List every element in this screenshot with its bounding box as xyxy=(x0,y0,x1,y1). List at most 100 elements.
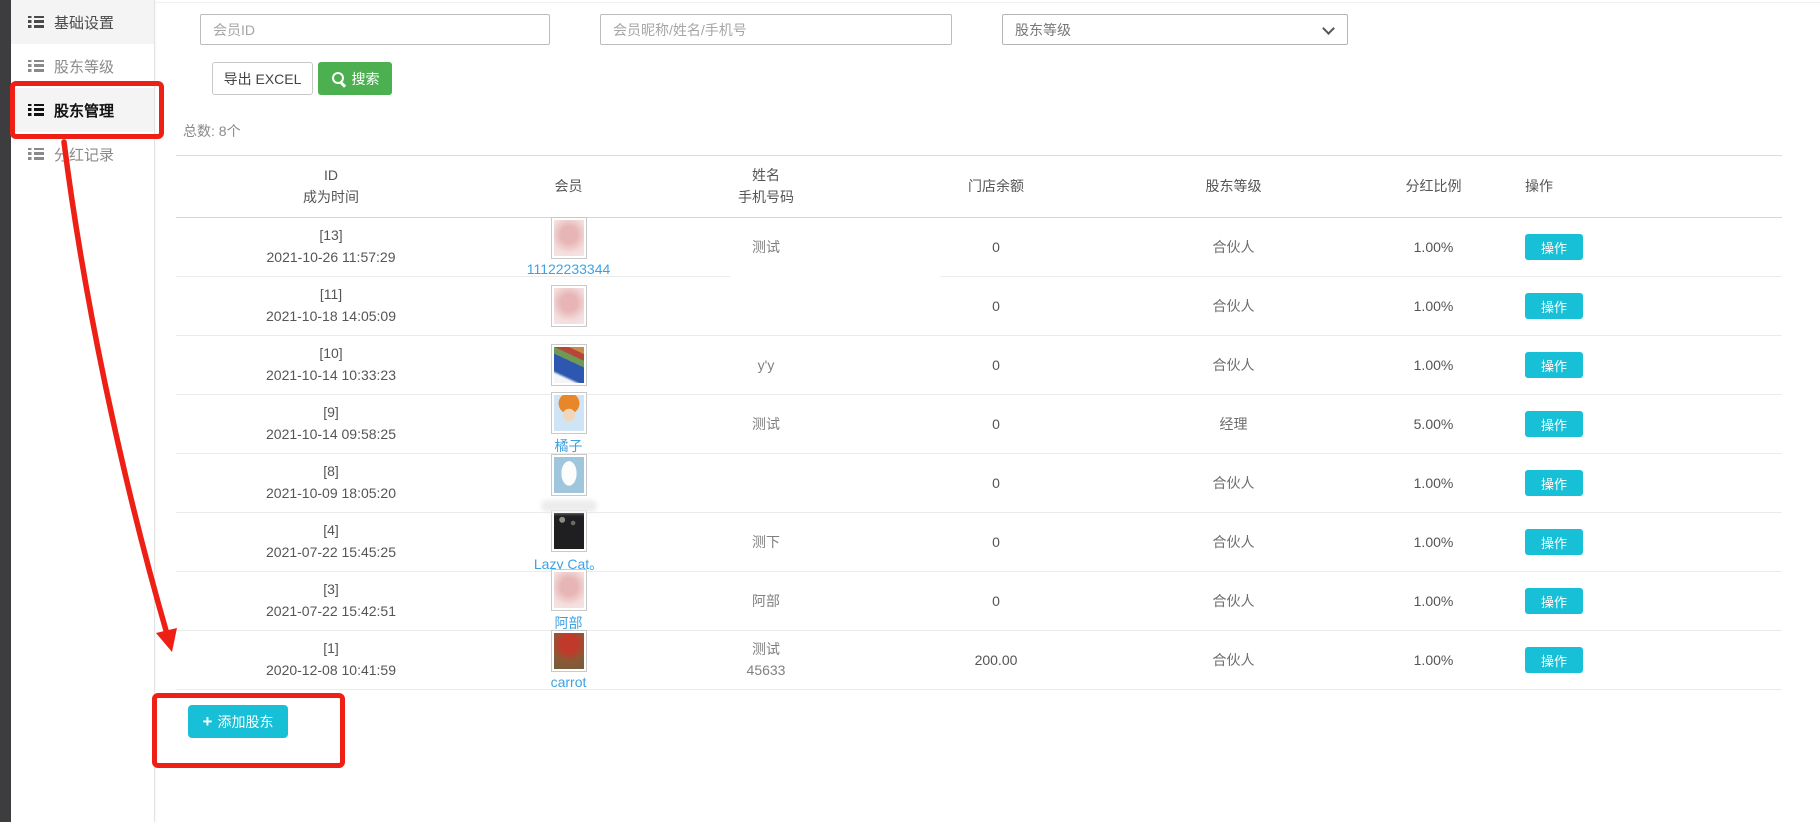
cell-id-time: [11] 2021-10-18 14:05:09 xyxy=(176,284,486,327)
member-avatar xyxy=(551,510,587,552)
row-action-button[interactable]: 操作 xyxy=(1525,411,1583,437)
member-phone: 45633 xyxy=(651,660,881,681)
cell-name-phone: 阿部 xyxy=(651,591,881,612)
cell-dividend-ratio: 1.00% xyxy=(1356,475,1511,491)
sidebar-item-dividend-records[interactable]: 分红记录 xyxy=(11,132,154,176)
select-value: 股东等级 xyxy=(1015,20,1071,40)
cell-name-phone: y'y xyxy=(651,355,881,376)
row-action-button[interactable]: 操作 xyxy=(1525,352,1583,378)
cell-store-balance: 0 xyxy=(881,593,1111,609)
sidebar-item-label: 股东等级 xyxy=(54,56,114,77)
cell-actions: 操作 xyxy=(1511,411,1782,437)
table-row: [13] 2021-10-26 11:57:29 11122233344 测试 … xyxy=(176,218,1782,277)
column-header-shareholder-level: 股东等级 xyxy=(1111,176,1356,198)
member-avatar xyxy=(551,285,587,327)
cell-id-time: [3] 2021-07-22 15:42:51 xyxy=(176,579,486,622)
table-header-row: ID成为时间 会员 姓名手机号码 门店余额 股东等级 分红比例 操作 xyxy=(176,155,1782,218)
member-name: 阿部 xyxy=(651,591,881,612)
sidebar-item-basic-settings[interactable]: 基础设置 xyxy=(11,0,154,44)
cell-dividend-ratio: 1.00% xyxy=(1356,357,1511,373)
row-action-button[interactable]: 操作 xyxy=(1525,647,1583,673)
cell-id-time: [8] 2021-10-09 18:05:20 xyxy=(176,461,486,504)
sidebar-item-label: 股东管理 xyxy=(54,100,114,121)
masked-nickname xyxy=(541,500,597,512)
cell-store-balance: 200.00 xyxy=(881,652,1111,668)
member-nickname-link[interactable]: carrot xyxy=(551,674,587,690)
cell-id-time: [9] 2021-10-14 09:58:25 xyxy=(176,402,486,445)
became-shareholder-time: 2020-12-08 10:41:59 xyxy=(176,660,486,682)
member-nickname-link[interactable]: 11122233344 xyxy=(527,261,611,277)
cell-id-time: [13] 2021-10-26 11:57:29 xyxy=(176,225,486,268)
cell-store-balance: 0 xyxy=(881,475,1111,491)
member-id-input[interactable] xyxy=(200,14,550,45)
became-shareholder-time: 2021-07-22 15:45:25 xyxy=(176,542,486,564)
search-icon xyxy=(331,71,346,86)
cell-dividend-ratio: 1.00% xyxy=(1356,534,1511,550)
member-avatar xyxy=(551,217,587,259)
cell-dividend-ratio: 1.00% xyxy=(1356,652,1511,668)
cell-name-phone: 测试 xyxy=(651,414,881,435)
row-action-button[interactable]: 操作 xyxy=(1525,470,1583,496)
cell-shareholder-level: 合伙人 xyxy=(1111,296,1356,316)
sidebar-item-shareholder-management[interactable]: 股东管理 xyxy=(11,88,154,132)
cell-shareholder-level: 合伙人 xyxy=(1111,650,1356,670)
column-header-dividend-ratio: 分红比例 xyxy=(1356,176,1511,198)
table-row: [8] 2021-10-09 18:05:20 0 合伙人 1.00% 操作 xyxy=(176,454,1782,513)
row-action-button[interactable]: 操作 xyxy=(1525,293,1583,319)
became-shareholder-time: 2021-10-14 10:33:23 xyxy=(176,365,486,387)
row-action-button[interactable]: 操作 xyxy=(1525,529,1583,555)
shareholder-level-select[interactable]: 股东等级 xyxy=(1002,14,1348,45)
search-button[interactable]: 搜索 xyxy=(318,62,392,95)
sidebar: 基础设置 股东等级 股东管理 分红记录 xyxy=(11,0,155,822)
cell-actions: 操作 xyxy=(1511,529,1782,555)
member-keyword-input[interactable] xyxy=(600,14,952,45)
add-shareholder-button[interactable]: + 添加股东 xyxy=(188,705,288,738)
became-shareholder-time: 2021-10-26 11:57:29 xyxy=(176,247,486,269)
member-system-id: [3] xyxy=(176,579,486,601)
cell-member: carrot xyxy=(486,630,651,690)
add-shareholder-label: 添加股东 xyxy=(217,712,273,732)
sidebar-item-shareholder-level[interactable]: 股东等级 xyxy=(11,44,154,88)
table-body: [13] 2021-10-26 11:57:29 11122233344 测试 … xyxy=(176,218,1782,690)
cell-member xyxy=(486,344,651,386)
cell-name-phone: 测试 45633 xyxy=(651,639,881,681)
cell-actions: 操作 xyxy=(1511,293,1782,319)
cell-id-time: [10] 2021-10-14 10:33:23 xyxy=(176,343,486,386)
cell-member: 11122233344 xyxy=(486,217,651,277)
cell-member xyxy=(486,454,651,512)
cell-store-balance: 0 xyxy=(881,416,1111,432)
cell-shareholder-level: 合伙人 xyxy=(1111,591,1356,611)
cell-name-phone: 测试 xyxy=(651,237,881,258)
row-action-button[interactable]: 操作 xyxy=(1525,588,1583,614)
member-avatar xyxy=(551,344,587,386)
table-row: [10] 2021-10-14 10:33:23 y'y 0 合伙人 1.00%… xyxy=(176,336,1782,395)
sidebar-item-label: 分红记录 xyxy=(54,144,114,165)
column-header-member: 会员 xyxy=(486,176,651,198)
cell-actions: 操作 xyxy=(1511,647,1782,673)
became-shareholder-time: 2021-10-18 14:05:09 xyxy=(176,306,486,328)
cell-dividend-ratio: 1.00% xyxy=(1356,239,1511,255)
cell-store-balance: 0 xyxy=(881,298,1111,314)
member-nickname-link[interactable]: 橘子 xyxy=(555,436,583,456)
search-button-label: 搜索 xyxy=(352,69,380,89)
cell-id-time: [1] 2020-12-08 10:41:59 xyxy=(176,638,486,681)
column-header-store-balance: 门店余额 xyxy=(881,176,1111,198)
cell-actions: 操作 xyxy=(1511,588,1782,614)
member-avatar xyxy=(551,454,587,496)
cell-id-time: [4] 2021-07-22 15:45:25 xyxy=(176,520,486,563)
export-excel-button[interactable]: 导出 EXCEL xyxy=(212,62,313,95)
cell-shareholder-level: 合伙人 xyxy=(1111,473,1356,493)
member-system-id: [10] xyxy=(176,343,486,365)
member-avatar xyxy=(551,630,587,672)
cell-member: Lazy Cat。 xyxy=(486,510,651,574)
cell-actions: 操作 xyxy=(1511,234,1782,260)
list-icon xyxy=(28,104,44,117)
cell-shareholder-level: 合伙人 xyxy=(1111,237,1356,257)
list-icon xyxy=(28,148,44,161)
member-system-id: [13] xyxy=(176,225,486,247)
member-avatar xyxy=(551,569,587,611)
cell-dividend-ratio: 1.00% xyxy=(1356,298,1511,314)
became-shareholder-time: 2021-10-09 18:05:20 xyxy=(176,483,486,505)
column-header-actions: 操作 xyxy=(1511,176,1782,198)
row-action-button[interactable]: 操作 xyxy=(1525,234,1583,260)
